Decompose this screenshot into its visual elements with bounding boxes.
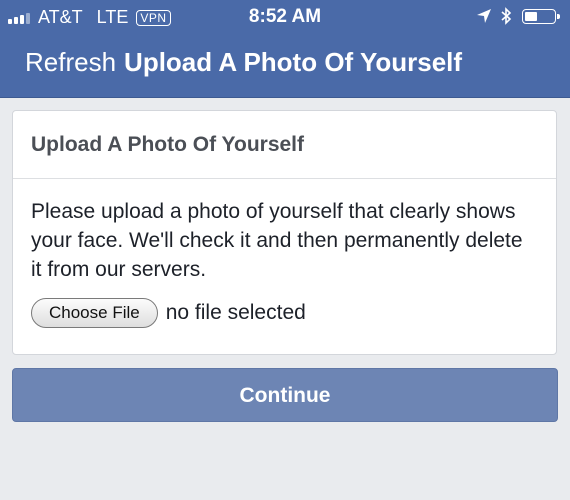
battery-icon [522,8,560,24]
upload-description: Please upload a photo of yourself that c… [31,200,523,281]
card-header: Upload A Photo Of Yourself [13,111,556,179]
continue-button[interactable]: Continue [12,368,558,422]
card-body: Please upload a photo of yourself that c… [13,179,556,328]
upload-card: Upload A Photo Of Yourself Please upload… [12,110,557,355]
nav-title-bar: Refresh Upload A Photo Of Yourself [25,47,462,78]
status-bar: AT&T LTE VPN 8:52 AM [0,0,570,34]
page-title: Upload A Photo Of Yourself [124,47,463,77]
choose-file-button[interactable]: Choose File [31,298,158,328]
status-bar-right [476,7,560,25]
file-input-row: Choose File no file selected [31,298,538,328]
top-navigation-bar: AT&T LTE VPN 8:52 AM Refresh Upload A Pho… [0,0,570,98]
location-arrow-icon [477,9,491,23]
bluetooth-icon [501,7,512,25]
file-status-text: no file selected [165,301,306,324]
refresh-button[interactable]: Refresh [25,47,116,77]
